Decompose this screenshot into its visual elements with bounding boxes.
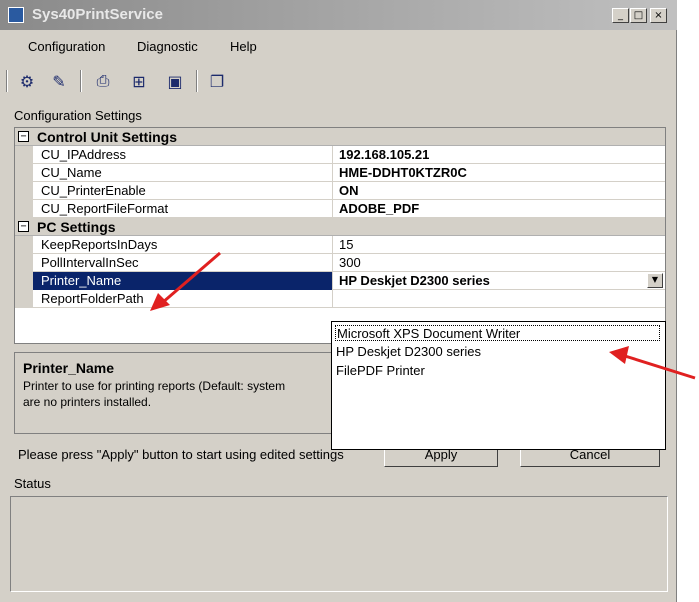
app-icon: [8, 7, 24, 23]
toolbar-separator: [196, 70, 198, 92]
minimize-button[interactable]: _: [612, 8, 629, 23]
category-label: Control Unit Settings: [37, 129, 177, 145]
annotation-arrow-right: [609, 346, 696, 380]
row-gutter: [15, 164, 33, 182]
printer-name-value[interactable]: HP Deskjet D2300 series: [339, 273, 490, 288]
menu-configuration[interactable]: Configuration: [28, 39, 105, 54]
property-name: CU_PrinterEnable: [41, 183, 146, 198]
column-divider: [332, 236, 333, 254]
status-box: [10, 496, 668, 592]
column-divider: [332, 146, 333, 164]
row-gutter: [15, 290, 33, 308]
column-divider: [332, 290, 333, 308]
title-bar: Sys40PrintService _ □ ×: [0, 0, 677, 30]
property-value[interactable]: HME-DDHT0KTZR0C: [339, 165, 467, 180]
column-divider: [332, 182, 333, 200]
dropdown-arrow-button[interactable]: ▼: [647, 273, 663, 288]
status-label: Status: [14, 476, 51, 491]
property-value[interactable]: 192.168.105.21: [339, 147, 429, 162]
description-text: Printer to use for printing reports (Def…: [23, 378, 353, 410]
property-name: CU_ReportFileFormat: [41, 201, 169, 216]
toolbar-separator: [80, 70, 82, 92]
category-control-unit[interactable]: − Control Unit Settings: [15, 128, 665, 146]
property-row[interactable]: CU_PrinterEnable ON: [15, 182, 665, 200]
property-value[interactable]: ON: [339, 183, 359, 198]
settings-icon[interactable]: ⚙: [16, 70, 38, 92]
menu-diagnostic[interactable]: Diagnostic: [137, 39, 198, 54]
column-divider: [332, 254, 333, 272]
toolbar-grip: [6, 70, 8, 92]
app-window: Sys40PrintService _ □ × Configuration Di…: [0, 0, 677, 602]
maximize-button[interactable]: □: [630, 8, 647, 23]
dropdown-option[interactable]: FilePDF Printer: [336, 363, 425, 378]
property-row[interactable]: ReportFolderPath: [15, 290, 665, 308]
property-row[interactable]: PollIntervalInSec 300: [15, 254, 665, 272]
collapse-icon[interactable]: −: [18, 221, 29, 232]
device-icon[interactable]: ▣: [164, 70, 186, 92]
dropdown-option[interactable]: Microsoft XPS Document Writer: [335, 325, 660, 341]
row-gutter: [15, 272, 33, 290]
annotation-arrow-left: [150, 251, 221, 311]
property-row[interactable]: CU_Name HME-DDHT0KTZR0C: [15, 164, 665, 182]
apply-hint: Please press "Apply" button to start usi…: [18, 447, 344, 462]
row-gutter: [15, 182, 33, 200]
column-divider: [332, 272, 333, 290]
property-value[interactable]: ADOBE_PDF: [339, 201, 419, 216]
property-grid: − Control Unit Settings CU_IPAddress 192…: [14, 127, 666, 344]
dropdown-option[interactable]: HP Deskjet D2300 series: [336, 344, 481, 359]
description-title: Printer_Name: [23, 360, 115, 376]
description-line: are no printers installed.: [23, 395, 152, 409]
close-button[interactable]: ×: [650, 8, 667, 23]
property-value[interactable]: 300: [339, 255, 361, 270]
column-divider: [332, 200, 333, 218]
property-name: ReportFolderPath: [41, 291, 144, 306]
property-name: CU_IPAddress: [41, 147, 127, 162]
row-gutter: [15, 254, 33, 272]
property-name: PollIntervalInSec: [41, 255, 139, 270]
collapse-icon[interactable]: −: [18, 131, 29, 142]
network-icon[interactable]: ⊞: [128, 70, 150, 92]
category-label: PC Settings: [37, 219, 116, 235]
property-name: CU_Name: [41, 165, 102, 180]
property-row-selected[interactable]: Printer_Name HP Deskjet D2300 series ▼: [15, 272, 665, 290]
property-value[interactable]: 15: [339, 237, 353, 252]
category-pc-settings[interactable]: − PC Settings: [15, 218, 665, 236]
row-gutter: [15, 146, 33, 164]
menu-bar: Configuration Diagnostic Help: [0, 34, 677, 60]
toolbar: ⚙ ✎ ⎙ ⊞ ▣ ❐: [0, 64, 677, 98]
property-row[interactable]: CU_ReportFileFormat ADOBE_PDF: [15, 200, 665, 218]
property-row[interactable]: CU_IPAddress 192.168.105.21: [15, 146, 665, 164]
configuration-settings-label: Configuration Settings: [14, 108, 142, 123]
menu-help[interactable]: Help: [230, 39, 257, 54]
property-row[interactable]: KeepReportsInDays 15: [15, 236, 665, 254]
report-icon[interactable]: ❐: [206, 70, 228, 92]
column-divider: [332, 164, 333, 182]
row-gutter: [15, 200, 33, 218]
property-name: Printer_Name: [41, 273, 122, 288]
description-line: Printer to use for printing reports (Def…: [23, 379, 286, 393]
window-title: Sys40PrintService: [32, 6, 163, 23]
print-icon[interactable]: ⎙: [92, 70, 114, 92]
edit-icon[interactable]: ✎: [48, 70, 70, 92]
row-gutter: [15, 236, 33, 254]
